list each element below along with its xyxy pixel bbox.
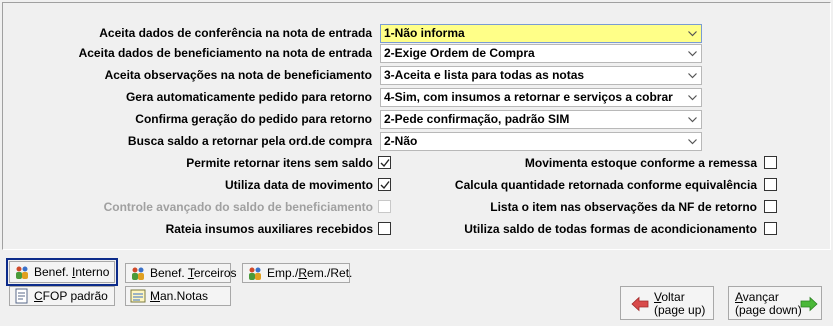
chevron-down-icon[interactable] <box>684 67 701 84</box>
select-value: 2-Não <box>384 134 418 148</box>
voltar-button[interactable]: Voltar (page up) <box>620 286 714 320</box>
select-confirma[interactable]: 2-Pede confirmação, padrão SIM <box>380 110 702 129</box>
arrow-right-icon <box>800 296 818 312</box>
people-icon <box>249 267 261 280</box>
chevron-down-icon[interactable] <box>684 45 701 62</box>
button-label: CFOP padrão <box>34 289 108 303</box>
select-value: 4-Sim, com insumos a retornar e serviços… <box>384 90 673 104</box>
chevron-down-icon[interactable] <box>684 111 701 128</box>
select-value: 2-Pede confirmação, padrão SIM <box>384 112 570 126</box>
select-value: 3-Aceita e lista para todas as notas <box>384 68 585 82</box>
man-notas-button[interactable]: Man.Notas <box>125 286 231 306</box>
select-busca-saldo[interactable]: 2-Não <box>380 132 702 151</box>
checkbox-retornar-sem-saldo[interactable] <box>378 156 391 169</box>
setting-label-gera-pedido: Gera automaticamente pedido para retorno <box>125 90 372 104</box>
select-beneficiamento[interactable]: 2-Exige Ordem de Compra <box>380 44 702 63</box>
checkbox-lista-item[interactable] <box>764 200 777 213</box>
check-label-lista-item: Lista o item nas observações da NF de re… <box>490 200 757 214</box>
chevron-down-icon[interactable] <box>684 133 701 150</box>
checkmark-icon <box>380 181 390 190</box>
avancar-label: Avançar (page down) <box>735 290 802 317</box>
select-value: 2-Exige Ordem de Compra <box>384 46 535 60</box>
setting-label-conferencia: Aceita dados de conferência na nota de e… <box>99 26 372 40</box>
setting-label-beneficiamento: Aceita dados de beneficiamento na nota d… <box>78 46 372 60</box>
chevron-down-icon[interactable] <box>684 25 701 42</box>
people-icon <box>132 267 144 280</box>
select-gera-pedido[interactable]: 4-Sim, com insumos a retornar e serviços… <box>380 88 702 107</box>
check-label-utiliza-saldo: Utiliza saldo de todas formas de acondic… <box>464 222 757 236</box>
button-label: Benef. Interno <box>34 265 110 279</box>
check-label-data-movimento: Utiliza data de movimento <box>224 178 373 192</box>
select-observacoes[interactable]: 3-Aceita e lista para todas as notas <box>380 66 702 85</box>
setting-label-confirma: Confirma geração do pedido para retorno <box>135 112 372 126</box>
emp-rem-ret-button[interactable]: Emp./Rem./Ret. <box>242 263 353 283</box>
setting-label-observacoes: Aceita observações na nota de beneficiam… <box>104 68 372 82</box>
button-label: Benef. Terceiros <box>150 266 237 280</box>
check-label-controle-avancado: Controle avançado do saldo de beneficiam… <box>103 200 373 214</box>
benef-interno-button[interactable]: Benef. Interno <box>6 258 118 286</box>
setting-label-busca-saldo: Busca saldo a retornar pela ord.de compr… <box>127 134 372 148</box>
check-label-rateia-insumos: Rateia insumos auxiliares recebidos <box>165 222 373 236</box>
benef-terceiros-button[interactable]: Benef. Terceiros <box>125 263 237 283</box>
checkbox-data-movimento[interactable] <box>378 178 391 191</box>
avancar-button[interactable]: Avançar (page down) <box>728 286 822 320</box>
voltar-label: Voltar (page up) <box>654 290 706 317</box>
settings-panel: Aceita dados de conferência na nota de e… <box>2 2 831 250</box>
checkmark-icon <box>380 159 390 168</box>
check-label-retornar-sem-saldo: Permite retornar itens sem saldo <box>186 156 373 170</box>
cfop-padrao-button[interactable]: CFOP padrão <box>9 286 115 306</box>
select-value: 1-Não informa <box>384 26 465 40</box>
select-conferencia[interactable]: 1-Não informa <box>380 24 702 43</box>
arrow-left-icon <box>631 296 649 312</box>
notes-icon <box>130 289 146 303</box>
button-label: Emp./Rem./Ret. <box>267 266 353 280</box>
checkbox-movimenta-estoque[interactable] <box>764 156 777 169</box>
button-label: Man.Notas <box>150 289 209 303</box>
checkbox-controle-avancado[interactable] <box>378 200 391 213</box>
check-label-calcula-quantidade: Calcula quantidade retornada conforme eq… <box>454 178 757 192</box>
checkbox-calcula-quantidade[interactable] <box>764 178 777 191</box>
check-label-movimenta-estoque: Movimenta estoque conforme a remessa <box>524 156 757 170</box>
people-icon <box>16 266 28 279</box>
document-icon <box>15 288 28 304</box>
chevron-down-icon[interactable] <box>684 89 701 106</box>
checkbox-utiliza-saldo[interactable] <box>764 222 777 235</box>
checkbox-rateia-insumos[interactable] <box>378 222 391 235</box>
